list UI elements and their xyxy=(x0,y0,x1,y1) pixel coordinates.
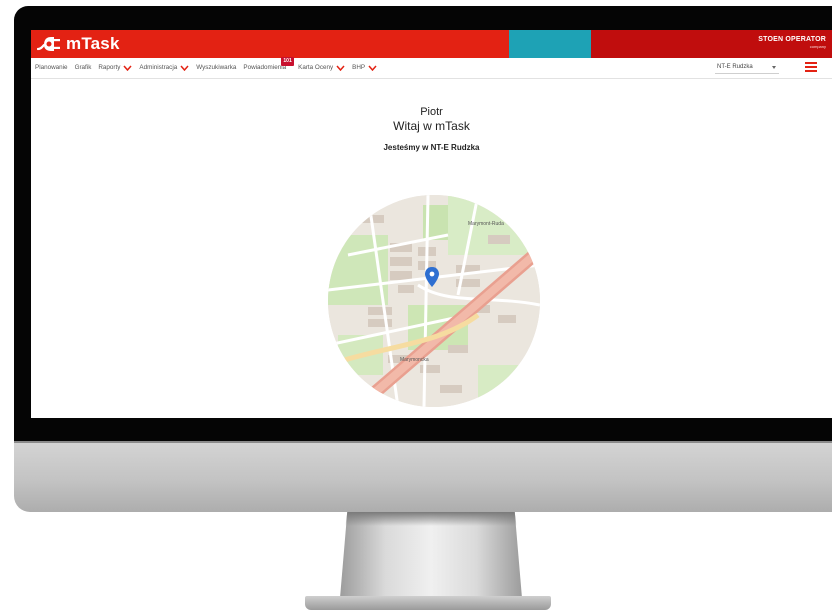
welcome-heading: Witaj w mTask xyxy=(393,119,470,133)
nav-item-wyszukiwarka[interactable]: Wyszukiwarka xyxy=(196,64,236,71)
monitor-chin xyxy=(14,442,832,512)
nav-item-planowanie[interactable]: Planowanie xyxy=(35,64,68,71)
notification-count-badge: 101 xyxy=(281,57,294,66)
nav-item-administracja[interactable]: Administracja xyxy=(139,64,189,71)
nav-item-bhp[interactable]: BHP xyxy=(352,64,377,71)
nav-item-karta-oceny[interactable]: Karta Oceny xyxy=(298,64,345,71)
location-map[interactable]: Marymont-Ruda Marymoncka xyxy=(328,195,540,407)
map-canvas: Marymont-Ruda Marymoncka xyxy=(328,195,540,407)
top-bar-brand-section: mTask xyxy=(31,30,509,58)
monitor-stand-foot xyxy=(305,596,551,610)
top-bar: mTask STOEN OPERATOR company xyxy=(31,30,832,58)
chevron-down-icon xyxy=(336,65,345,71)
nav-item-label: Karta Oceny xyxy=(298,64,334,71)
operator-logo: STOEN OPERATOR company xyxy=(758,36,826,49)
user-name: Piotr xyxy=(420,106,443,118)
chevron-down-icon xyxy=(368,65,377,71)
location-select[interactable]: NT-E Rudzka xyxy=(715,62,779,74)
brand-name: mTask xyxy=(66,34,120,53)
nav-item-label: Powiadomienia xyxy=(243,64,287,71)
map-label-marymoncka: Marymoncka xyxy=(400,357,429,363)
nav-item-label: Wyszukiwarka xyxy=(196,64,237,71)
main-navigation: Planowanie Grafik Raporty Administracja … xyxy=(31,57,832,79)
nav-item-label: Administracja xyxy=(139,64,178,71)
nav-item-label: Raporty xyxy=(98,64,121,71)
nav-item-raporty[interactable]: Raporty xyxy=(98,64,132,71)
nav-item-grafik[interactable]: Grafik xyxy=(75,64,92,71)
chevron-down-icon xyxy=(180,65,189,71)
nav-item-powiadomienia[interactable]: Powiadomienia 101 xyxy=(243,57,294,71)
nav-menu: Planowanie Grafik Raporty Administracja … xyxy=(35,57,384,71)
operator-subtitle: company xyxy=(809,44,826,49)
location-text: Jesteśmy w NT-E Rudzka xyxy=(383,143,480,152)
operator-name: STOEN OPERATOR xyxy=(758,36,826,43)
location-select-value: NT-E Rudzka xyxy=(717,64,753,70)
chevron-down-icon xyxy=(123,65,132,71)
app-logo[interactable]: mTask xyxy=(37,34,120,54)
top-bar-accent-section xyxy=(509,30,591,58)
monitor-chin-edge xyxy=(14,441,832,443)
nav-item-label: BHP xyxy=(352,64,366,71)
map-label-marymont-ruda: Marymont-Ruda xyxy=(468,221,504,227)
plug-logo-icon xyxy=(37,37,60,51)
monitor-stand-shadow xyxy=(345,512,517,526)
hamburger-icon[interactable] xyxy=(805,62,817,72)
nav-item-label: Grafik xyxy=(74,64,92,71)
top-bar-operator-section: STOEN OPERATOR company xyxy=(591,30,832,58)
app-screen: mTask STOEN OPERATOR company Planowanie … xyxy=(31,30,832,418)
caret-down-icon xyxy=(772,66,776,69)
nav-item-label: Planowanie xyxy=(35,64,68,71)
